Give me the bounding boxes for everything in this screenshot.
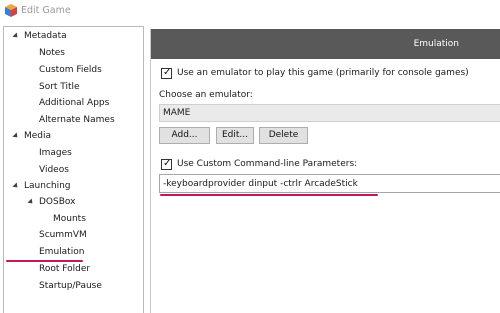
tree-item-sort-title[interactable]: Sort Title [39, 80, 80, 95]
collapse-arrow-icon[interactable] [12, 132, 20, 140]
custom-params-checkbox[interactable]: ✓ [161, 158, 172, 170]
tree-item-label: Images [39, 148, 72, 158]
tree-item-label: Additional Apps [39, 98, 110, 108]
tree-item-label: Alternate Names [39, 115, 115, 125]
emulator-select[interactable]: MAME [159, 104, 500, 122]
emulation-panel: Emulation ✓ Use an emulator to play this… [150, 29, 500, 313]
command-line-params-value: -keyboardprovider dinput -ctrlr ArcadeSt… [163, 179, 358, 189]
tree-item-media[interactable]: Media [24, 129, 51, 144]
tree-item-label: Root Folder [39, 264, 91, 274]
tree-item-emulation[interactable]: Emulation [39, 245, 84, 260]
tree-item-launching[interactable]: Launching [24, 179, 71, 194]
use-emulator-label[interactable]: Use an emulator to play this game (prima… [177, 68, 469, 78]
edit-emulator-button[interactable]: Edit... [216, 127, 254, 144]
tree-item-label: Notes [39, 48, 65, 58]
tree-item-label: ScummVM [39, 230, 87, 240]
tree-item-label: Launching [24, 181, 71, 191]
tree-item-images[interactable]: Images [39, 146, 72, 161]
tree-item-custom-fields[interactable]: Custom Fields [39, 63, 102, 78]
tree-item-label: DOSBox [39, 197, 76, 207]
window-title: Edit Game [21, 5, 71, 16]
title-bar: Edit Game [0, 0, 500, 22]
custom-params-label[interactable]: Use Custom Command-line Parameters: [177, 159, 357, 169]
collapse-arrow-icon[interactable] [12, 182, 20, 190]
choose-emulator-label: Choose an emulator: [159, 90, 253, 100]
emulator-select-value: MAME [163, 108, 191, 118]
tree-item-videos[interactable]: Videos [39, 163, 69, 178]
tree-item-label: Emulation [39, 247, 85, 257]
add-emulator-button[interactable]: Add... [159, 127, 210, 144]
checkmark-icon: ✓ [163, 158, 172, 169]
use-emulator-checkbox[interactable]: ✓ [161, 67, 172, 79]
navigation-tree: Metadata Notes Custom Fields Sort Title … [3, 26, 144, 313]
tree-item-label: Startup/Pause [39, 281, 102, 291]
tree-item-label: Sort Title [39, 82, 80, 92]
tree-item-label: Metadata [24, 31, 67, 41]
tree-item-alternate-names[interactable]: Alternate Names [39, 113, 115, 128]
tree-item-root-folder[interactable]: Root Folder [39, 262, 90, 277]
params-underline [160, 194, 378, 196]
tree-item-label: Videos [39, 165, 69, 175]
tree-item-label: Custom Fields [39, 65, 102, 75]
tree-item-additional-apps[interactable]: Additional Apps [39, 96, 109, 111]
checkmark-icon: ✓ [163, 67, 172, 78]
collapse-arrow-icon[interactable] [12, 32, 20, 40]
tree-item-scummvm[interactable]: ScummVM [39, 228, 87, 243]
tree-item-label: Mounts [53, 214, 86, 224]
section-title: Emulation [413, 39, 459, 49]
command-line-params-input[interactable]: -keyboardprovider dinput -ctrlr ArcadeSt… [159, 174, 500, 193]
section-header: Emulation [151, 29, 500, 59]
tree-item-metadata[interactable]: Metadata [24, 29, 67, 44]
collapse-arrow-icon[interactable] [27, 198, 35, 206]
app-icon [5, 4, 17, 17]
tree-item-dosbox[interactable]: DOSBox [39, 195, 75, 210]
delete-emulator-button[interactable]: Delete [259, 127, 308, 144]
tree-item-mounts[interactable]: Mounts [53, 212, 86, 227]
tree-item-notes[interactable]: Notes [39, 46, 65, 61]
tree-item-startup-pause[interactable]: Startup/Pause [39, 279, 102, 294]
tree-item-label: Media [24, 131, 52, 141]
